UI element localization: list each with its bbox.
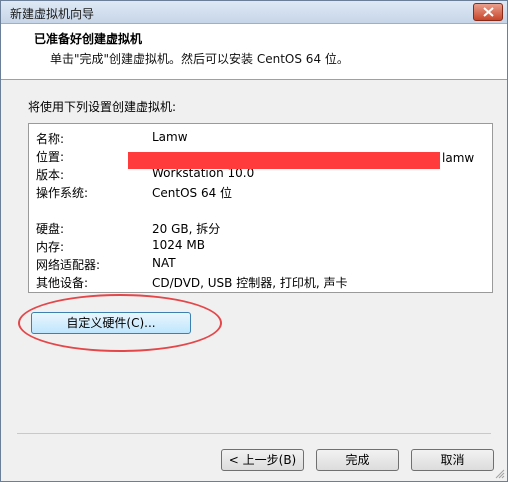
setting-label: 内存:: [36, 240, 65, 254]
setting-label: 操作系统:: [36, 186, 89, 200]
wizard-window: 新建虚拟机向导 已准备好创建虚拟机 单击"完成"创建虚拟机。然后可以安装 Cen…: [0, 0, 508, 482]
back-button[interactable]: < 上一步(B): [221, 449, 304, 471]
resize-grip-icon[interactable]: [495, 469, 505, 479]
wizard-header: 已准备好创建虚拟机 单击"完成"创建虚拟机。然后可以安装 CentOS 64 位…: [1, 24, 507, 80]
settings-prompt: 将使用下列设置创建虚拟机:: [28, 100, 177, 114]
setting-value: 1024 MB: [152, 238, 205, 252]
footer-divider: [17, 433, 491, 434]
window-title: 新建虚拟机向导: [10, 7, 95, 21]
location-value-suffix: lamw: [442, 151, 475, 165]
close-icon: [483, 7, 494, 17]
setting-label: 硬盘:: [36, 222, 65, 236]
title-bar[interactable]: 新建虚拟机向导: [1, 1, 507, 24]
setting-label: 其他设备:: [36, 276, 89, 290]
setting-value: Lamw: [152, 130, 188, 144]
redaction-bar: [128, 152, 440, 169]
finish-button[interactable]: 完成: [316, 449, 399, 471]
settings-summary-box: 名称: Lamw 位置: 版本: Workstation 10.0 操作系统: …: [28, 123, 493, 293]
annotation-circle: [18, 294, 222, 352]
setting-value: 20 GB, 拆分: [152, 222, 221, 236]
close-button[interactable]: [473, 3, 503, 21]
setting-label: 名称:: [36, 132, 65, 146]
page-title: 已准备好创建虚拟机: [34, 32, 143, 46]
setting-value: NAT: [152, 256, 176, 270]
setting-value: CD/DVD, USB 控制器, 打印机, 声卡: [152, 276, 348, 290]
setting-value: CentOS 64 位: [152, 186, 233, 200]
setting-label: 网络适配器:: [36, 258, 101, 272]
page-subtitle: 单击"完成"创建虚拟机。然后可以安装 CentOS 64 位。: [50, 52, 349, 66]
cancel-button[interactable]: 取消: [411, 449, 494, 471]
